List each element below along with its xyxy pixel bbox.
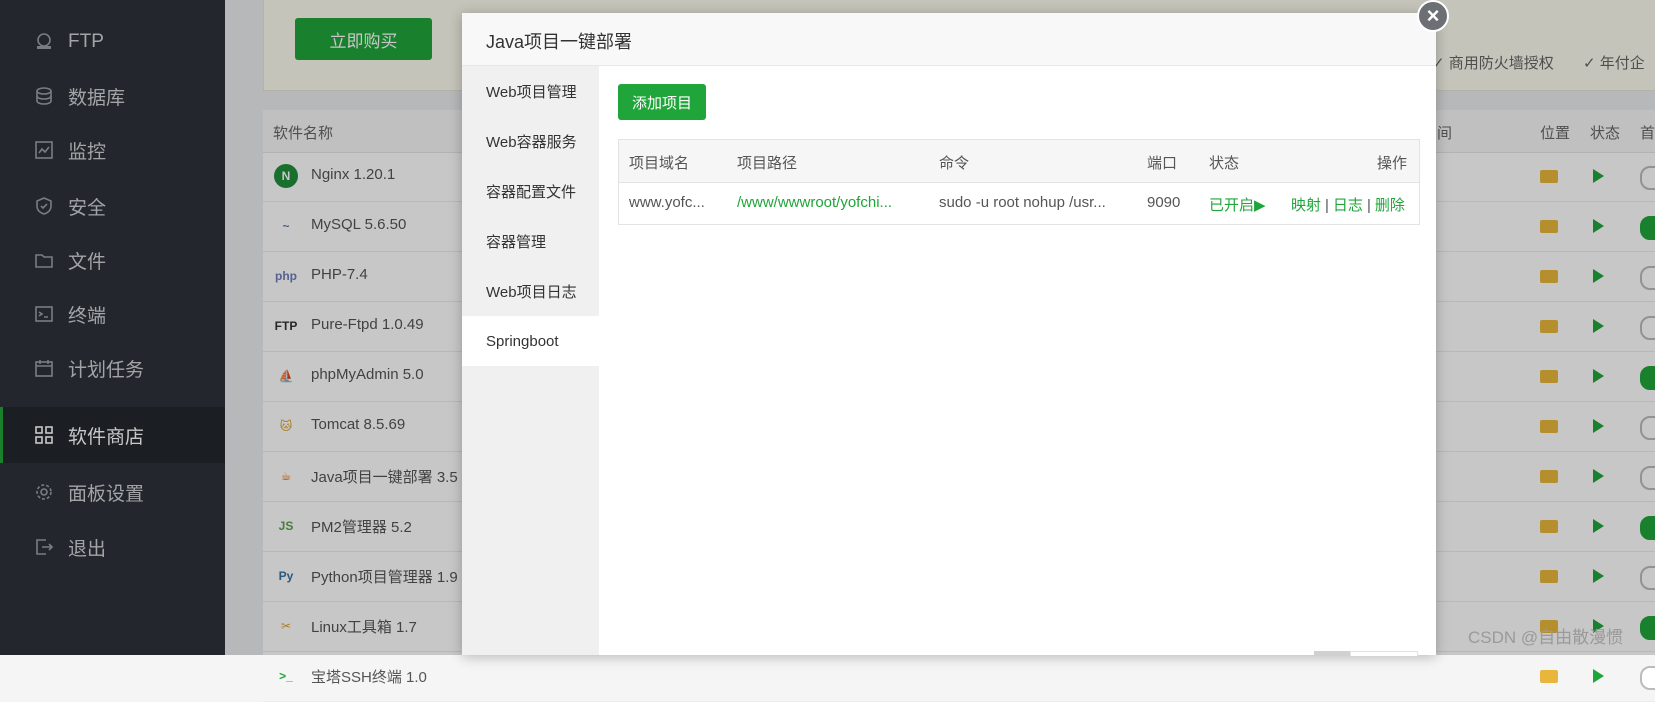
tab-web-log[interactable]: Web项目日志 (462, 266, 599, 316)
log-link[interactable]: 日志 (1333, 197, 1363, 214)
col-domain: 项目域名 (629, 155, 690, 172)
col-port: 端口 (1147, 155, 1178, 172)
map-link[interactable]: 映射 (1291, 197, 1321, 214)
project-port: 9090 (1147, 194, 1181, 211)
action-separator: | (1366, 197, 1371, 214)
dialog-title: Java项目一键部署 (486, 32, 633, 52)
tab-label: Web项目日志 (486, 283, 577, 301)
project-status-toggle[interactable]: 已开启▶ (1209, 194, 1266, 215)
tab-label: Web容器服务 (486, 133, 577, 151)
tab-web-container[interactable]: Web容器服务 (462, 116, 599, 166)
project-path-link[interactable]: /www/wwwroot/yofchi... (737, 194, 892, 211)
play-icon[interactable] (1593, 669, 1604, 683)
project-actions: 映射 | 日志 | 删除 (1291, 194, 1405, 215)
tab-springboot[interactable]: Springboot (462, 316, 599, 366)
tab-label: Springboot (486, 332, 559, 350)
play-icon: ▶ (1254, 197, 1266, 214)
tab-label: 容器配置文件 (486, 183, 577, 201)
dialog-tabs: Web项目管理 Web容器服务 容器配置文件 容器管理 Web项目日志 Spri… (462, 66, 599, 655)
homepage-toggle[interactable] (1640, 666, 1655, 690)
table-row (263, 652, 1655, 702)
action-separator: | (1325, 197, 1329, 214)
tab-web-project[interactable]: Web项目管理 (462, 66, 599, 116)
dialog-header: Java项目一键部署 (462, 13, 1436, 66)
add-project-button[interactable]: 添加项目 (618, 84, 706, 120)
folder-icon[interactable] (1540, 670, 1558, 683)
col-path: 项目路径 (737, 155, 798, 172)
tab-container-manage[interactable]: 容器管理 (462, 216, 599, 266)
ssh-icon: >_ (279, 669, 293, 683)
tab-container-config[interactable]: 容器配置文件 (462, 166, 599, 216)
project-table: 项目域名 项目路径 命令 端口 状态 操作 www.yofc... /www/w… (618, 139, 1420, 225)
col-actions: 操作 (1377, 155, 1408, 172)
close-icon: × (1426, 3, 1440, 28)
col-status: 状态 (1209, 155, 1240, 172)
tab-label: Web项目管理 (486, 83, 577, 101)
close-dialog-button[interactable]: × (1417, 0, 1449, 32)
pager-prev[interactable] (1314, 651, 1350, 655)
tab-label: 容器管理 (486, 233, 547, 251)
software-name: 宝塔SSH终端 1.0 (311, 669, 427, 686)
java-deploy-dialog: Java项目一键部署 Web项目管理 Web容器服务 容器配置文件 容器管理 W… (462, 13, 1436, 656)
pager-next[interactable] (1350, 651, 1418, 656)
delete-link[interactable]: 删除 (1375, 197, 1405, 214)
watermark: CSDN @自由散漫惯 (1468, 628, 1624, 647)
col-command: 命令 (939, 155, 970, 172)
status-text: 已开启 (1209, 197, 1255, 214)
project-domain: www.yofc... (629, 194, 705, 211)
project-command: sudo -u root nohup /usr... (939, 194, 1106, 211)
